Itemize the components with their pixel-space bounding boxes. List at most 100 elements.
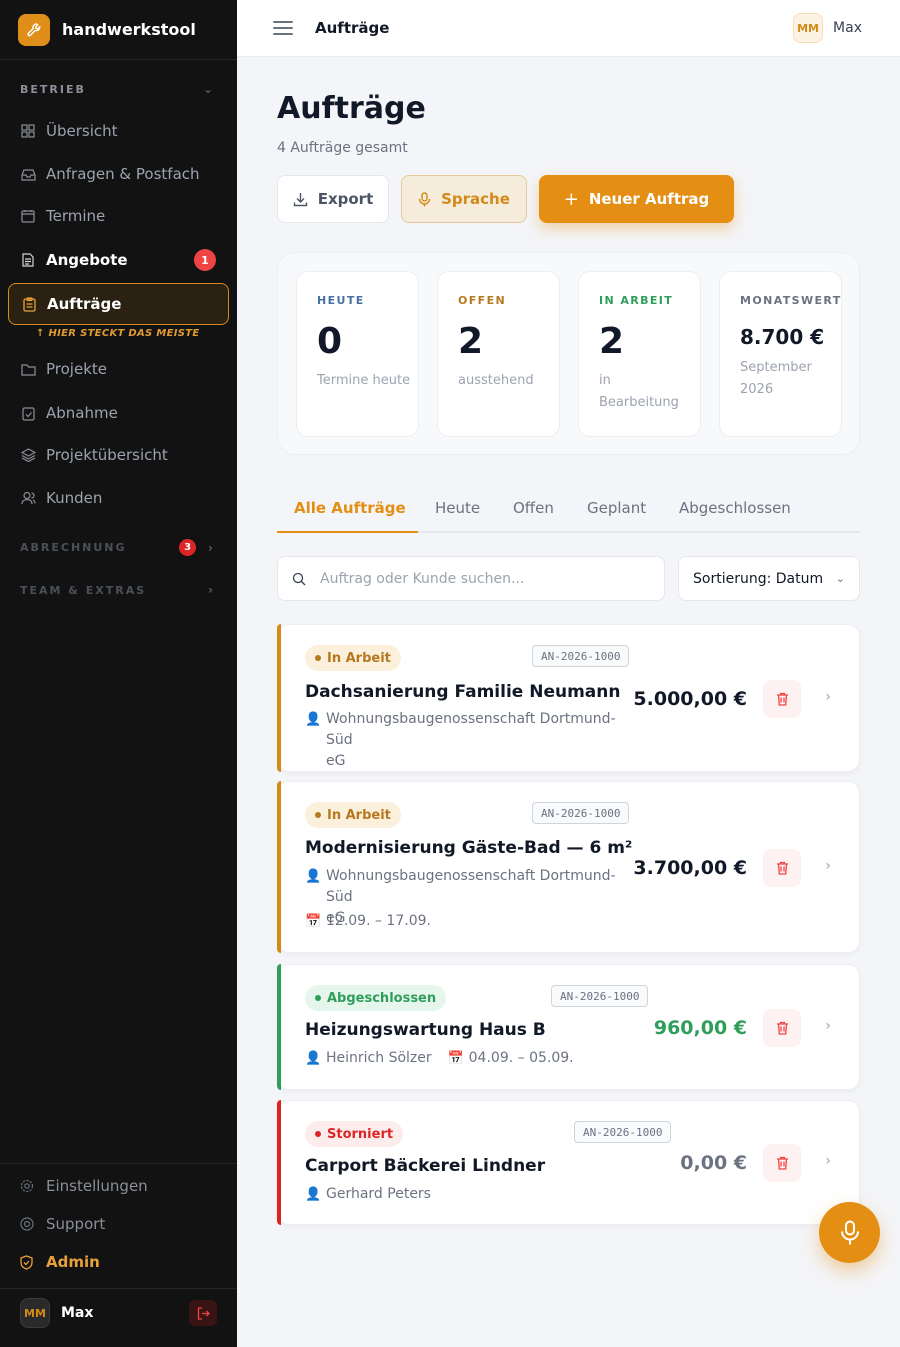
- sidebar-item-projekte[interactable]: Projekte: [8, 348, 229, 390]
- section-abrechnung[interactable]: ABRECHNUNG 3 ›: [20, 539, 215, 556]
- new-order-button[interactable]: + Neuer Auftrag: [539, 175, 734, 223]
- brand[interactable]: handwerkstool: [0, 0, 237, 60]
- order-amount: 0,00 €: [680, 1152, 747, 1174]
- trash-icon: [776, 1156, 788, 1170]
- stat-value: 0: [317, 321, 343, 362]
- status-badge: In Arbeit: [305, 802, 401, 828]
- admin-label: Admin: [46, 1253, 100, 1271]
- inbox-icon: [20, 166, 36, 182]
- stat-card-in-arbeit[interactable]: IN ARBEIT 2 in Bearbeitung: [578, 271, 701, 437]
- trash-icon: [776, 692, 788, 706]
- stat-card-offen[interactable]: OFFEN 2 ausstehend: [437, 271, 560, 437]
- person-icon: 👤: [305, 712, 322, 727]
- user-menu[interactable]: MM Max: [793, 13, 862, 43]
- sidebar-item-projektuebersicht[interactable]: Projektübersicht: [8, 434, 229, 476]
- sidebar-item-abnahme[interactable]: Abnahme: [8, 392, 229, 434]
- stat-label: IN ARBEIT: [599, 294, 674, 307]
- chevron-right-icon[interactable]: ›: [825, 1153, 831, 1169]
- status-badge: In Arbeit: [305, 645, 401, 671]
- stat-desc: Termine heute: [317, 373, 411, 388]
- document-icon: [20, 252, 36, 268]
- settings-link[interactable]: Einstellungen: [20, 1177, 148, 1195]
- divider: [0, 1163, 237, 1164]
- admin-link[interactable]: Admin: [20, 1253, 100, 1271]
- search-icon: [292, 572, 306, 585]
- sort-label: Sortierung: Datum: [693, 570, 824, 587]
- order-customer: 👤 Wohnungsbaugenossenschaft Dortmund-Süd…: [305, 709, 626, 772]
- active-tab-indicator: [277, 531, 418, 533]
- sidebar-item-termine[interactable]: Termine: [8, 195, 229, 237]
- stat-value: 2: [458, 321, 484, 362]
- users-icon: [20, 490, 36, 506]
- delete-button[interactable]: [763, 1009, 801, 1047]
- tab-heute[interactable]: Heute: [435, 499, 480, 517]
- section-team[interactable]: TEAM & EXTRAS ›: [20, 583, 215, 597]
- order-number: AN-2026-1000: [532, 645, 630, 667]
- grid-icon: [20, 123, 36, 139]
- section-badge: 3: [179, 539, 197, 556]
- topbar: Aufträge MM Max: [237, 0, 900, 57]
- sidebar-item-auftraege[interactable]: Aufträge: [8, 283, 229, 325]
- chevron-right-icon[interactable]: ›: [825, 858, 831, 874]
- tab-alle[interactable]: Alle Aufträge: [294, 499, 406, 517]
- search-placeholder: Auftrag oder Kunde suchen...: [320, 570, 525, 587]
- trash-icon: [776, 1021, 788, 1035]
- support-link[interactable]: Support: [20, 1215, 105, 1233]
- chevron-right-icon[interactable]: ›: [825, 1018, 831, 1034]
- search-input[interactable]: Auftrag oder Kunde suchen...: [277, 556, 665, 601]
- wrench-icon: [18, 13, 50, 46]
- sidebar-item-anfragen[interactable]: Anfragen & Postfach: [8, 153, 229, 195]
- status-badge: Storniert: [305, 1121, 404, 1147]
- settings-label: Einstellungen: [46, 1177, 148, 1195]
- trash-icon: [776, 861, 788, 875]
- clipboard-check-icon: [20, 405, 36, 421]
- voice-fab-button[interactable]: [819, 1202, 880, 1263]
- avatar: MM: [793, 13, 824, 43]
- tab-offen[interactable]: Offen: [513, 499, 554, 517]
- tab-bar: Alle Aufträge Heute Offen Geplant Abgesc…: [277, 487, 860, 533]
- sidebar-item-label: Kunden: [46, 489, 103, 507]
- stat-desc: in Bearbeitung: [599, 373, 679, 410]
- order-date: 📅 12.09. – 17.09.: [305, 911, 431, 932]
- voice-button[interactable]: Sprache: [401, 175, 527, 223]
- sidebar-item-label: Aufträge: [47, 295, 122, 313]
- menu-icon[interactable]: [273, 21, 293, 35]
- person-icon: 👤: [305, 1187, 322, 1202]
- section-label: BETRIEB: [20, 82, 86, 96]
- chevron-right-icon[interactable]: ›: [825, 689, 831, 705]
- order-card[interactable]: In Arbeit AN-2026-1000 Dachsanierung Fam…: [277, 624, 860, 772]
- stat-desc: September 2026: [740, 360, 812, 397]
- order-card[interactable]: Abgeschlossen AN-2026-1000 Heizungswartu…: [277, 964, 860, 1090]
- clipboard-icon: [21, 296, 37, 312]
- order-customer: 👤 Gerhard Peters: [305, 1184, 431, 1205]
- order-card[interactable]: Storniert AN-2026-1000 Carport Bäckerei …: [277, 1100, 860, 1225]
- order-title: Dachsanierung Familie Neumann: [305, 682, 621, 702]
- tab-abgeschlossen[interactable]: Abgeschlossen: [679, 499, 791, 517]
- logout-button[interactable]: [189, 1300, 217, 1326]
- delete-button[interactable]: [763, 680, 801, 718]
- help-icon: [20, 1217, 36, 1231]
- order-amount: 960,00 €: [653, 1017, 747, 1039]
- stat-card-heute[interactable]: HEUTE 0 Termine heute: [296, 271, 419, 437]
- sidebar: handwerkstool BETRIEB ⌄ Übersicht Anfrag…: [0, 0, 237, 1347]
- sidebar-item-uebersicht[interactable]: Übersicht: [8, 110, 229, 152]
- stat-card-monatswert[interactable]: MONATSWERT 8.700 € September 2026: [719, 271, 842, 437]
- delete-button[interactable]: [763, 1144, 801, 1182]
- sidebar-user[interactable]: MM Max: [20, 1296, 217, 1330]
- download-icon: [293, 192, 307, 206]
- sidebar-item-label: Projektübersicht: [46, 446, 168, 464]
- calendar-icon: 📅: [447, 1051, 464, 1066]
- section-betrieb[interactable]: BETRIEB ⌄: [20, 82, 215, 96]
- sidebar-item-kunden[interactable]: Kunden: [8, 477, 229, 519]
- delete-button[interactable]: [763, 849, 801, 887]
- sidebar-item-angebote[interactable]: Angebote 1: [8, 239, 229, 281]
- tab-geplant[interactable]: Geplant: [587, 499, 646, 517]
- sidebar-hint: ↑ HIER STECKT DAS MEISTE: [36, 328, 200, 339]
- order-number: AN-2026-1000: [574, 1121, 672, 1143]
- sidebar-item-label: Termine: [46, 207, 106, 225]
- export-button[interactable]: Export: [277, 175, 389, 223]
- sort-select[interactable]: Sortierung: Datum ⌄: [678, 556, 860, 601]
- user-name: Max: [61, 1305, 94, 1321]
- stat-value: 2: [599, 321, 625, 362]
- order-card[interactable]: In Arbeit AN-2026-1000 Modernisierung Gä…: [277, 781, 860, 953]
